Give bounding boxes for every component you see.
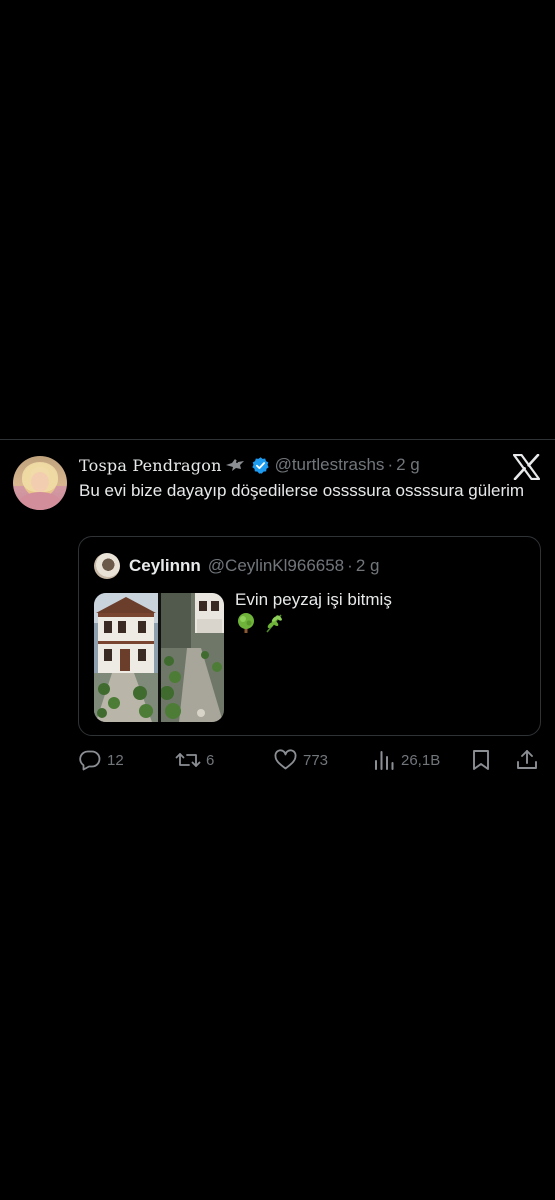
bird-icon <box>224 456 246 474</box>
reply-icon <box>78 748 102 772</box>
quoted-tweet-media[interactable] <box>94 593 224 722</box>
quoted-tweet-text: Evin peyzaj işi bitmiş <box>235 590 392 609</box>
quoted-tweet-timestamp[interactable]: 2 g <box>356 556 380 576</box>
tweet-timestamp[interactable]: 2 g <box>396 455 420 475</box>
tree-emoji-icon <box>235 612 257 634</box>
quoted-tweet[interactable]: Ceylinnn @CeylinKl966658 · 2 g Evin peyz… <box>78 536 541 736</box>
reply-count: 12 <box>107 751 124 769</box>
author-handle[interactable]: @turtlestrashs <box>275 455 385 475</box>
tweet-actions: 12 6 773 26,1B <box>0 746 555 774</box>
views-count: 26,1B <box>401 751 441 769</box>
retweet-icon <box>175 748 201 772</box>
bookmark-button[interactable] <box>470 746 492 774</box>
reply-button[interactable]: 12 <box>78 746 124 774</box>
quoted-author-handle[interactable]: @CeylinKl966658 <box>208 556 344 576</box>
share-icon <box>515 748 539 772</box>
retweet-button[interactable]: 6 <box>175 746 214 774</box>
garden-path-photo[interactable] <box>161 593 224 722</box>
views-icon <box>372 748 396 772</box>
tweet-text: Bu evi bize dayayıp döşedilerse ossssura… <box>79 481 525 500</box>
separator-dot: · <box>347 556 353 575</box>
views-button[interactable]: 26,1B <box>372 746 440 774</box>
quoted-author-avatar[interactable] <box>94 553 120 579</box>
quoted-tweet-header: Ceylinnn @CeylinKl966658 · 2 g <box>94 553 379 579</box>
heart-icon <box>273 748 298 772</box>
author-display-name[interactable]: Tospa Pendragon <box>79 456 222 475</box>
house-photo[interactable] <box>94 593 158 722</box>
tweet[interactable]: Tospa Pendragon @turtlestrashs · 2 g Bu … <box>0 440 555 780</box>
retweet-count: 6 <box>206 751 215 769</box>
share-button[interactable] <box>515 746 539 774</box>
herb-emoji-icon <box>263 612 285 634</box>
like-button[interactable]: 773 <box>273 746 328 774</box>
separator-dot: · <box>387 455 394 474</box>
x-logo-icon <box>512 453 541 481</box>
quoted-tweet-emojis <box>235 612 285 634</box>
quoted-author-display-name[interactable]: Ceylinnn <box>129 556 201 576</box>
verified-badge-icon <box>251 456 270 475</box>
bookmark-icon <box>470 748 492 772</box>
like-count: 773 <box>303 751 329 769</box>
author-avatar[interactable] <box>13 456 67 510</box>
tweet-header: Tospa Pendragon @turtlestrashs · 2 g <box>79 454 420 476</box>
